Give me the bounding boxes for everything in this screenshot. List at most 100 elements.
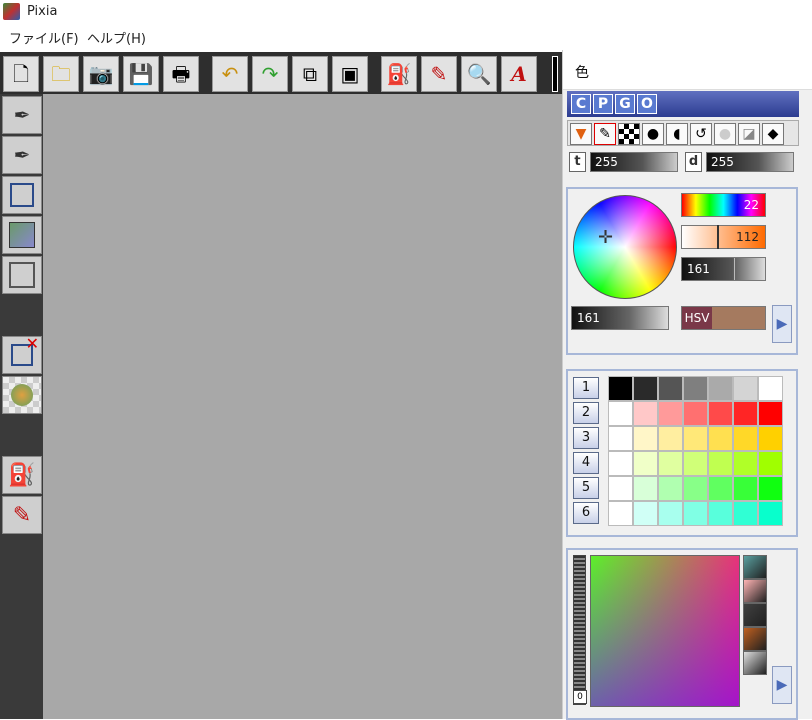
palette-row-button[interactable]: 3: [573, 427, 599, 449]
palette-swatch[interactable]: [633, 451, 658, 476]
circle-icon[interactable]: ●: [714, 123, 736, 145]
mixer-swatch[interactable]: [743, 579, 767, 603]
fill-pen-tool-icon[interactable]: ✎: [2, 496, 42, 534]
save-layer-icon[interactable]: ▣: [332, 56, 368, 92]
palette-swatch[interactable]: [708, 376, 733, 401]
paint-pen-icon[interactable]: ✎: [421, 56, 457, 92]
palette-swatch[interactable]: [658, 476, 683, 501]
mode-g-button[interactable]: G: [615, 94, 635, 114]
canvas-area[interactable]: [43, 94, 562, 719]
printer-icon[interactable]: 🖶: [163, 56, 199, 92]
save-disk-icon[interactable]: 💾: [123, 56, 159, 92]
palette-swatch[interactable]: [658, 401, 683, 426]
palette-swatch[interactable]: [758, 401, 783, 426]
camera-icon[interactable]: 📷: [83, 56, 119, 92]
text-a-icon[interactable]: A: [501, 56, 537, 92]
menu-file[interactable]: ファイル(F): [9, 28, 79, 47]
open-folder-icon[interactable]: 🗀: [43, 56, 79, 92]
value-slider[interactable]: 161: [681, 257, 766, 281]
palette-swatch[interactable]: [733, 451, 758, 476]
dot-icon[interactable]: ●: [642, 123, 664, 145]
delete-layer-icon[interactable]: ✕: [2, 334, 42, 374]
mixer-swatch[interactable]: [743, 603, 767, 627]
redo-icon[interactable]: ↷: [252, 56, 288, 92]
palette-swatch[interactable]: [633, 401, 658, 426]
fill-triangle-icon[interactable]: ▼: [570, 123, 592, 145]
mode-c-button[interactable]: C: [571, 94, 591, 114]
palette-swatch[interactable]: [683, 376, 708, 401]
palette-swatch[interactable]: [733, 376, 758, 401]
palette-swatch[interactable]: [758, 501, 783, 526]
palette-swatch[interactable]: [608, 476, 633, 501]
magnifier-icon[interactable]: 🔍: [461, 56, 497, 92]
palette-swatch[interactable]: [733, 426, 758, 451]
palette-swatch[interactable]: [708, 476, 733, 501]
palette-swatch[interactable]: [633, 376, 658, 401]
paint-bucket-icon[interactable]: ⛽: [381, 56, 417, 92]
palette-swatch[interactable]: [683, 426, 708, 451]
color-expand-arrow-icon[interactable]: ▶: [772, 305, 792, 343]
mixer-swatch[interactable]: [743, 555, 767, 579]
palette-swatch[interactable]: [758, 376, 783, 401]
palette-swatch[interactable]: [658, 501, 683, 526]
undo-icon[interactable]: ↶: [212, 56, 248, 92]
palette-swatch[interactable]: [758, 426, 783, 451]
palette-swatch[interactable]: [633, 476, 658, 501]
gradient-tool-icon[interactable]: [2, 216, 42, 254]
palette-swatch[interactable]: [733, 401, 758, 426]
mode-p-button[interactable]: P: [593, 94, 613, 114]
saturation-slider[interactable]: 112: [681, 225, 766, 249]
palette-row-button[interactable]: 4: [573, 452, 599, 474]
pencil-icon[interactable]: ✎: [594, 123, 616, 145]
palette-swatch[interactable]: [758, 451, 783, 476]
checker-icon[interactable]: [618, 123, 640, 145]
value-slider-2[interactable]: 161: [571, 306, 669, 330]
mixer-swatch[interactable]: [743, 627, 767, 651]
palette-swatch[interactable]: [758, 476, 783, 501]
mixer-swatch[interactable]: [743, 651, 767, 675]
palette-swatch[interactable]: [658, 426, 683, 451]
palette-swatch[interactable]: [608, 451, 633, 476]
blob-icon[interactable]: ◖: [666, 123, 688, 145]
palette-swatch[interactable]: [708, 426, 733, 451]
menu-help[interactable]: ヘルプ(H): [87, 28, 146, 47]
palette-swatch[interactable]: [708, 451, 733, 476]
squares-icon[interactable]: ◪: [738, 123, 760, 145]
palette-swatch[interactable]: [633, 501, 658, 526]
transparency-layer-icon[interactable]: [2, 376, 42, 414]
color-wheel[interactable]: ✛: [573, 195, 677, 299]
palette-row-button[interactable]: 1: [573, 377, 599, 399]
mode-o-button[interactable]: O: [637, 94, 657, 114]
rectangle-select-icon[interactable]: [2, 176, 42, 214]
palette-swatch[interactable]: [608, 401, 633, 426]
palette-swatch[interactable]: [633, 426, 658, 451]
palette-row-button[interactable]: 2: [573, 402, 599, 424]
fill-bucket-tool-icon[interactable]: ⛽: [2, 456, 42, 494]
palette-row-button[interactable]: 6: [573, 502, 599, 524]
airbrush-tool-icon[interactable]: ✒: [2, 136, 42, 174]
lasso-icon[interactable]: ↺: [690, 123, 712, 145]
palette-swatch[interactable]: [683, 476, 708, 501]
palette-swatch[interactable]: [683, 501, 708, 526]
palette-swatch[interactable]: [708, 401, 733, 426]
t-slider[interactable]: 255: [590, 152, 678, 172]
d-slider[interactable]: 255: [706, 152, 794, 172]
layer-frame-icon[interactable]: [2, 256, 42, 294]
pen-tool-icon[interactable]: ✒: [2, 96, 42, 134]
palette-swatch[interactable]: [733, 501, 758, 526]
current-color-swatch[interactable]: HSV: [681, 306, 766, 330]
hue-slider[interactable]: 22: [681, 193, 766, 217]
mixer-scrollbar[interactable]: [573, 555, 586, 705]
mixer-area[interactable]: [590, 555, 740, 707]
palette-swatch[interactable]: [608, 376, 633, 401]
palette-swatch[interactable]: [658, 451, 683, 476]
new-file-icon[interactable]: 🗋: [3, 56, 39, 92]
palette-swatch[interactable]: [658, 376, 683, 401]
palette-swatch[interactable]: [608, 501, 633, 526]
mixer-expand-arrow-icon[interactable]: ▶: [772, 666, 792, 704]
palette-swatch[interactable]: [683, 401, 708, 426]
copy-icon[interactable]: ⧉: [292, 56, 328, 92]
palette-swatch[interactable]: [608, 426, 633, 451]
palette-swatch[interactable]: [708, 501, 733, 526]
palette-swatch[interactable]: [733, 476, 758, 501]
